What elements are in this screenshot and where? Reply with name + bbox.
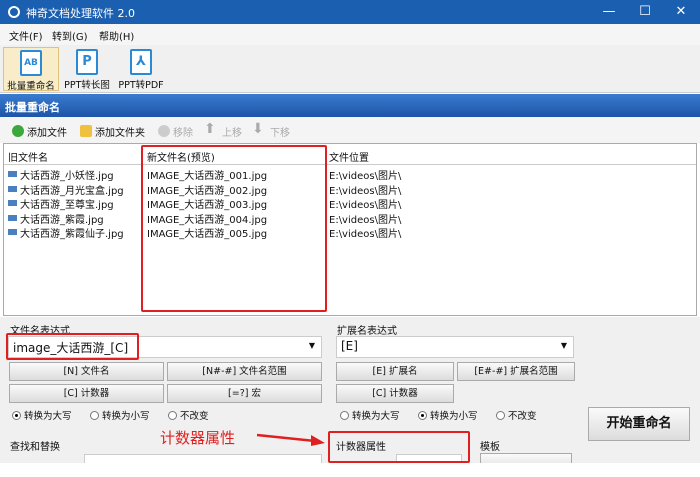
main-toolbar: AB 批量重命名 P PPT转长图 ⅄ PPT转PDF (0, 45, 700, 93)
col-old-name[interactable]: 旧文件名 (8, 149, 48, 164)
annotation-arrow-icon (256, 433, 325, 446)
up-arrow-icon: ⬆ (204, 121, 216, 137)
app-logo-icon (8, 6, 20, 18)
add-folder-button[interactable]: 添加文件夹 (95, 124, 145, 139)
name-unchanged-radio[interactable]: 不改变 (168, 408, 209, 422)
location-cell: E:\videos\图片\ (329, 200, 402, 211)
maximize-button[interactable]: ☐ (630, 2, 660, 22)
name-lowercase-radio[interactable]: 转换为小写 (90, 408, 150, 422)
section-header: 批量重命名 (0, 94, 700, 117)
ppt-icon: P (76, 49, 98, 75)
highlight-name-expr (6, 333, 139, 360)
image-file-icon (8, 185, 17, 192)
template-label: 模板 (480, 442, 500, 453)
location-cell: E:\videos\图片\ (329, 171, 402, 182)
insert-ext-range-button[interactable]: [E#-#] 扩展名范围 (457, 362, 575, 381)
col-location[interactable]: 文件位置 (329, 149, 369, 164)
rename-icon: AB (20, 50, 42, 76)
ppt-to-image-tool[interactable]: P PPT转长图 (61, 47, 113, 91)
old-name-cell: 大话西游_小妖怪.jpg (20, 171, 114, 182)
ppt-to-pdf-tool[interactable]: ⅄ PPT转PDF (115, 47, 167, 91)
old-name-cell: 大话西游_紫霞.jpg (20, 214, 104, 226)
ext-lowercase-radio[interactable]: 转换为小写 (418, 408, 478, 422)
move-down-button[interactable]: 下移 (270, 124, 290, 139)
remove-button[interactable]: 移除 (173, 124, 193, 139)
add-file-icon (12, 125, 24, 137)
find-replace-label: 查找和替换 (10, 442, 60, 453)
insert-counter-button[interactable]: [C] 计数器 (9, 384, 164, 403)
title-bar: 神奇文档处理软件 2.0 — ☐ ✕ (0, 0, 700, 24)
menu-file[interactable]: 文件(F) (9, 28, 43, 43)
old-name-cell: 大话西游_至尊宝.jpg (20, 200, 114, 211)
add-file-button[interactable]: 添加文件 (27, 124, 67, 139)
down-arrow-icon: ⬇ (252, 121, 264, 137)
chevron-down-icon: ▼ (560, 341, 567, 350)
image-file-icon (8, 171, 17, 177)
minimize-button[interactable]: — (594, 2, 624, 22)
old-name-cell: 大话西游_月光宝盒.jpg (20, 185, 124, 197)
batch-rename-tool[interactable]: AB 批量重命名 (3, 47, 59, 92)
highlight-new-name (141, 145, 327, 312)
image-file-icon (8, 200, 17, 206)
insert-ext-button[interactable]: [E] 扩展名 (336, 362, 454, 381)
close-button[interactable]: ✕ (666, 2, 696, 22)
ext-uppercase-radio[interactable]: 转换为大写 (340, 408, 400, 422)
remove-icon (158, 125, 170, 137)
highlight-counter-props (328, 431, 470, 463)
insert-ext-counter-button[interactable]: [C] 计数器 (336, 384, 454, 403)
ext-expr-label: 扩展名表达式 (337, 326, 397, 337)
start-rename-button[interactable]: 开始重命名 (588, 407, 690, 441)
menu-bar: 文件(F) 转到(G) 帮助(H) (0, 24, 700, 45)
location-cell: E:\videos\图片\ (329, 185, 402, 197)
image-file-icon (8, 214, 17, 221)
ext-expr-input[interactable]: [E] ▼ (336, 336, 574, 358)
window-title: 神奇文档处理软件 2.0 (26, 7, 135, 20)
add-folder-icon (80, 125, 92, 137)
image-file-icon (8, 229, 17, 235)
location-cell: E:\videos\图片\ (329, 229, 402, 240)
menu-help[interactable]: 帮助(H) (99, 28, 134, 43)
insert-filename-range-button[interactable]: [N#-#] 文件名范围 (167, 362, 322, 381)
location-cell: E:\videos\图片\ (329, 214, 402, 226)
insert-macro-button[interactable]: [=?] 宏 (167, 384, 322, 403)
annotation-label: 计数器属性 (160, 429, 236, 447)
file-table: 旧文件名 新文件名(预览) 文件位置 大话西游_小妖怪.jpg IMAGE_大话… (3, 143, 697, 316)
insert-filename-button[interactable]: [N] 文件名 (9, 362, 164, 381)
old-name-cell: 大话西游_紫霞仙子.jpg (20, 229, 124, 240)
menu-goto[interactable]: 转到(G) (52, 28, 88, 43)
pdf-icon: ⅄ (130, 49, 152, 75)
move-up-button[interactable]: 上移 (222, 124, 242, 139)
name-uppercase-radio[interactable]: 转换为大写 (12, 408, 72, 422)
chevron-down-icon: ▼ (308, 341, 315, 350)
file-toolbar: 添加文件 添加文件夹 移除 ⬆ 上移 ⬇ 下移 (0, 117, 700, 143)
ext-unchanged-radio[interactable]: 不改变 (496, 408, 537, 422)
